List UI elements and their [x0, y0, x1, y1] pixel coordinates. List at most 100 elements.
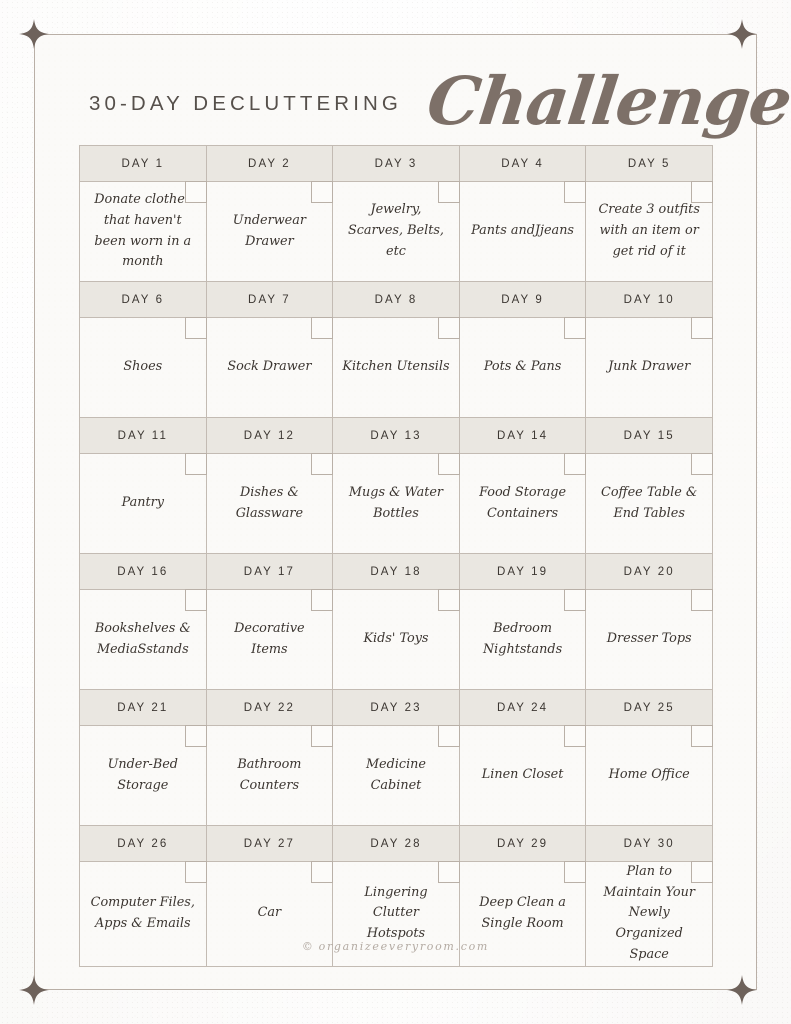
task-text: Car: [257, 905, 282, 921]
day-header-cell: DAY 23: [332, 689, 460, 726]
task-checkbox[interactable]: [564, 589, 587, 611]
day-label: DAY 10: [623, 293, 675, 306]
day-header-cell: DAY 18: [332, 553, 460, 590]
task-checkbox[interactable]: [437, 181, 460, 203]
task-text: Pantry: [121, 495, 164, 511]
task-checkbox[interactable]: [691, 181, 713, 203]
task-checkbox[interactable]: [184, 589, 207, 611]
task-checkbox[interactable]: [691, 589, 713, 611]
task-checkbox[interactable]: [437, 589, 460, 611]
day-label: DAY 15: [623, 429, 675, 442]
day-task-cell: Pots & Pans: [458, 317, 587, 418]
task-checkbox[interactable]: [311, 181, 334, 203]
day-task-cell: Linen Closet: [458, 725, 587, 826]
day-header-cell: DAY 13: [332, 417, 460, 454]
task-checkbox[interactable]: [184, 181, 207, 203]
day-label: DAY 4: [501, 157, 544, 170]
task-text: Dresser Tops: [606, 631, 692, 647]
task-checkbox[interactable]: [184, 317, 207, 339]
task-checkbox[interactable]: [437, 453, 460, 475]
day-label: DAY 17: [243, 565, 295, 578]
day-label: DAY 28: [370, 837, 422, 850]
day-label: DAY 2: [248, 157, 291, 170]
task-checkbox[interactable]: [691, 317, 713, 339]
day-label: DAY 21: [117, 701, 169, 714]
day-header-cell: DAY 22: [205, 689, 334, 726]
day-label: DAY 20: [623, 565, 675, 578]
task-text: Deep Clean a Single Room: [479, 895, 566, 931]
calendar-header-row: DAY 1 DAY 2 DAY 3 DAY 4 DAY 5: [79, 145, 713, 182]
calendar-task-row: Bookshelves & MediaSstands Decorative Ite…: [79, 589, 713, 690]
task-text: Linen Closet: [481, 767, 564, 783]
day-label: DAY 16: [117, 565, 169, 578]
calendar-header-row: DAY 16 DAY 17 DAY 18 DAY 19 DAY 20: [79, 553, 713, 590]
day-header-cell: DAY 29: [458, 825, 587, 862]
day-label: DAY 23: [370, 701, 422, 714]
task-text: Create 3 outfits with an item or get rid…: [598, 202, 700, 259]
day-header-cell: DAY 1: [79, 145, 207, 182]
task-text: Pants andJjeans: [471, 223, 574, 239]
task-checkbox[interactable]: [437, 317, 460, 339]
task-text: Dishes & Glassware: [235, 484, 304, 521]
calendar-task-row: Donate clothes that haven't been worn in…: [79, 181, 713, 282]
task-checkbox[interactable]: [437, 861, 460, 883]
day-header-cell: DAY 3: [332, 145, 460, 182]
task-text: Shoes: [123, 359, 163, 375]
day-task-cell: Mugs & Water Bottles: [332, 453, 460, 554]
task-checkbox[interactable]: [691, 725, 713, 747]
day-task-cell: Create 3 outfits with an item or get rid…: [585, 181, 713, 282]
page-content: 30-DAY DECLUTTERING Challenge DAY 1 DAY 2…: [34, 34, 791, 990]
day-header-cell: DAY 20: [585, 553, 713, 590]
day-header-cell: DAY 28: [332, 825, 460, 862]
copyright-icon: ©: [301, 940, 315, 953]
day-task-cell: Pantry: [79, 453, 207, 554]
task-checkbox[interactable]: [184, 861, 207, 883]
task-text: Home Office: [608, 767, 690, 783]
calendar-task-row: Shoes Sock Drawer Kitchen Utensils Pots & P…: [79, 317, 713, 418]
day-header-cell: DAY 14: [458, 417, 587, 454]
task-checkbox[interactable]: [311, 861, 334, 883]
challenge-calendar: DAY 1 DAY 2 DAY 3 DAY 4 DAY 5 Donate clothes …: [79, 145, 713, 967]
day-header-cell: DAY 11: [79, 417, 207, 454]
day-task-cell: Jewelry, Scarves, Belts, etc: [332, 181, 460, 282]
task-checkbox[interactable]: [564, 861, 587, 883]
page-title-main: 30-DAY DECLUTTERING: [89, 92, 402, 115]
task-checkbox[interactable]: [311, 725, 334, 747]
calendar-task-row: Under-Bed Storage Bathroom Counters Medici…: [79, 725, 713, 826]
day-label: DAY 27: [243, 837, 295, 850]
task-text: Under-Bed Storage: [107, 756, 178, 793]
day-header-cell: DAY 12: [205, 417, 334, 454]
task-checkbox[interactable]: [437, 725, 460, 747]
day-header-cell: DAY 24: [458, 689, 587, 726]
day-header-cell: DAY 27: [205, 825, 334, 862]
day-header-cell: DAY 25: [585, 689, 713, 726]
day-header-cell: DAY 30: [585, 825, 713, 862]
task-checkbox[interactable]: [564, 181, 587, 203]
task-text: Jewelry, Scarves, Belts, etc: [347, 202, 444, 259]
day-header-cell: DAY 15: [585, 417, 713, 454]
task-checkbox[interactable]: [564, 317, 587, 339]
day-label: DAY 19: [496, 565, 549, 578]
task-checkbox[interactable]: [311, 453, 334, 475]
day-label: DAY 7: [248, 293, 291, 306]
task-checkbox[interactable]: [184, 453, 207, 475]
day-label: DAY 6: [121, 293, 165, 306]
day-label: DAY 12: [243, 429, 295, 442]
task-checkbox[interactable]: [691, 453, 713, 475]
day-task-cell: Pants andJjeans: [458, 181, 587, 282]
task-checkbox[interactable]: [564, 453, 587, 475]
day-header-cell: DAY 21: [79, 689, 207, 726]
day-task-cell: Medicine Cabinet: [332, 725, 460, 826]
calendar-body: DAY 1 DAY 2 DAY 3 DAY 4 DAY 5 Donate clothes …: [79, 145, 713, 967]
task-checkbox[interactable]: [691, 861, 713, 883]
day-task-cell: Decorative Items: [205, 589, 334, 690]
day-label: DAY 30: [623, 837, 675, 850]
day-header-cell: DAY 19: [458, 553, 587, 590]
day-header-cell: DAY 6: [79, 281, 207, 318]
task-text: Kids' Toys: [363, 631, 429, 647]
task-checkbox[interactable]: [311, 317, 334, 339]
task-checkbox[interactable]: [564, 725, 587, 747]
footer: © organizeeveryroom.com: [34, 940, 757, 953]
task-checkbox[interactable]: [184, 725, 207, 747]
task-checkbox[interactable]: [311, 589, 334, 611]
